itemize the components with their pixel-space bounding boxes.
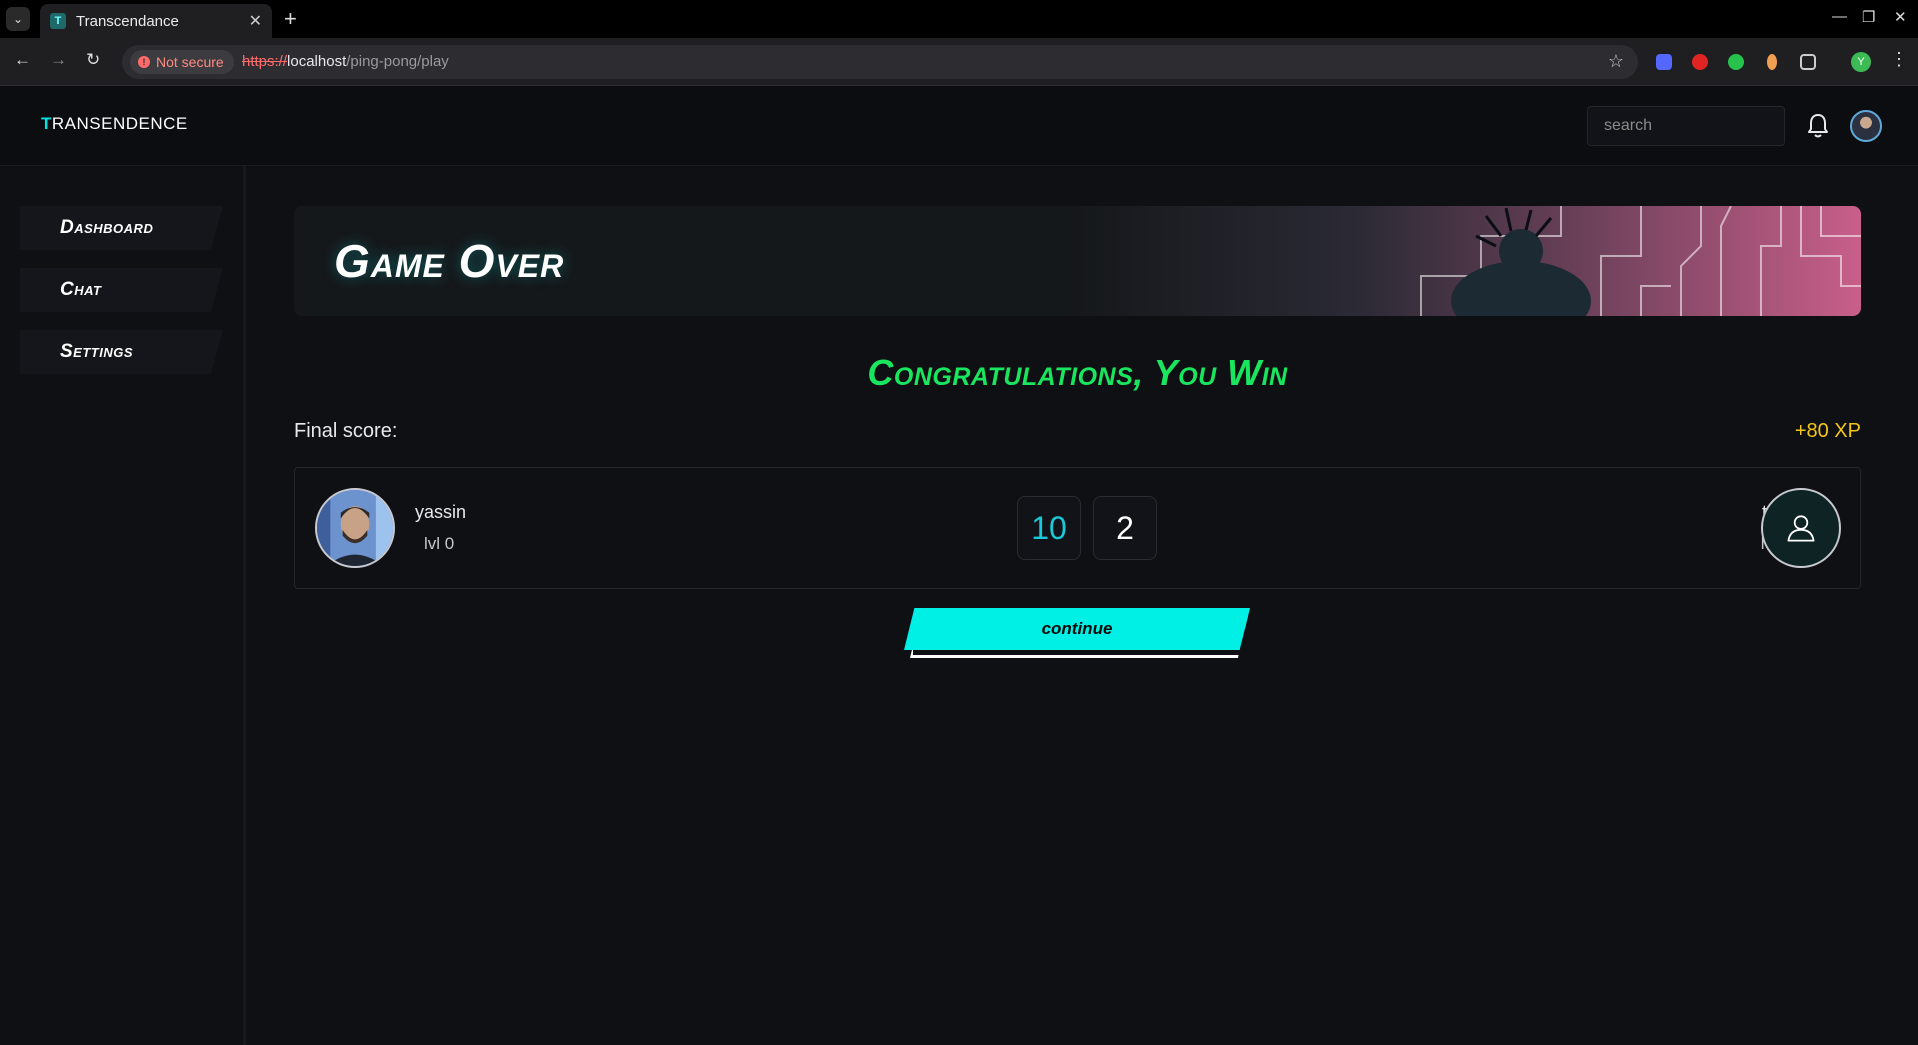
reload-icon[interactable]: ↻ — [86, 50, 100, 70]
security-indicator[interactable]: ! Not secure — [130, 50, 234, 74]
player-left-level: lvl 0 — [424, 534, 455, 553]
forward-arrow-icon[interactable]: → — [50, 50, 67, 70]
extension-green-icon[interactable] — [1728, 54, 1744, 70]
new-tab-icon[interactable]: + — [284, 6, 297, 32]
security-label: Not secure — [156, 54, 224, 70]
browser-tab[interactable]: T Transcendance ✕ — [40, 4, 272, 38]
browser-tabbar: ⌄ T Transcendance ✕ + — ❐ ✕ — [0, 0, 1918, 38]
tab-list-chevron-icon[interactable]: ⌄ — [6, 7, 30, 31]
xp-gain: +80 XP — [1794, 420, 1861, 442]
address-bar[interactable]: ! Not secure https://localhost/ping-pong… — [122, 45, 1638, 79]
game-over-banner: Game Over — [294, 206, 1861, 316]
tab-title: Transcendance — [76, 12, 179, 30]
search-input[interactable] — [1587, 106, 1785, 146]
player-left-photo — [317, 490, 393, 566]
sidebar-item-chat[interactable]: Chat — [20, 268, 223, 312]
app-logo[interactable]: TRANSENDENCE — [41, 114, 188, 134]
translate-extension-icon[interactable] — [1656, 54, 1672, 70]
logo-text: RANSENDENCE — [51, 114, 188, 133]
user-avatar[interactable] — [1850, 110, 1882, 142]
score-card: yassin lvl 0 10 2 test lvl 0 — [294, 467, 1861, 589]
player-left-avatar — [315, 488, 395, 568]
bell-icon[interactable] — [1806, 112, 1830, 140]
browser-toolbar: ← → ↻ ! Not secure https://localhost/pin… — [0, 38, 1918, 86]
extension-orange-icon[interactable] — [1767, 54, 1777, 70]
url-host: localhost — [287, 53, 347, 70]
back-arrow-icon[interactable]: ← — [14, 50, 31, 70]
continue-button-wrapper: continue — [904, 608, 1254, 660]
circuit-art — [1420, 206, 1861, 316]
sidebar: Dashboard Chat Settings — [0, 166, 246, 1045]
url-text: https://localhost/ping-pong/play — [242, 53, 449, 70]
tab-favicon-icon: T — [50, 13, 66, 29]
player-left-score: 10 — [1017, 496, 1081, 560]
url-path: /ping-pong/play — [346, 53, 449, 70]
minimize-icon[interactable]: — — [1832, 8, 1847, 25]
logo-initial: T — [41, 114, 52, 133]
app-header: TRANSENDENCE — [0, 86, 1918, 166]
restore-icon[interactable]: ❐ — [1862, 8, 1875, 26]
url-scheme: https:// — [242, 53, 288, 70]
player-right-avatar — [1761, 488, 1841, 568]
final-score-label: Final score: — [294, 420, 398, 442]
sidebar-item-dashboard[interactable]: Dashboard — [20, 206, 223, 250]
extension-red-icon[interactable] — [1692, 54, 1708, 70]
bookmark-star-icon[interactable]: ☆ — [1608, 51, 1624, 72]
warning-icon: ! — [138, 56, 150, 68]
extensions-puzzle-icon[interactable] — [1800, 54, 1816, 70]
sidebar-item-settings[interactable]: Settings — [20, 330, 223, 374]
browser-menu-icon[interactable]: ⋮ — [1890, 49, 1908, 70]
window-close-icon[interactable]: ✕ — [1894, 8, 1907, 26]
banner-title: Game Over — [334, 235, 565, 287]
player-left-name: yassin — [415, 502, 467, 522]
default-user-icon — [1787, 515, 1815, 542]
browser-profile-avatar[interactable]: Y — [1851, 52, 1871, 72]
player-right-score: 2 — [1093, 496, 1157, 560]
result-message: Congratulations, You Win — [867, 352, 1288, 393]
continue-button[interactable]: continue — [904, 608, 1250, 650]
tab-close-icon[interactable]: ✕ — [249, 11, 262, 31]
